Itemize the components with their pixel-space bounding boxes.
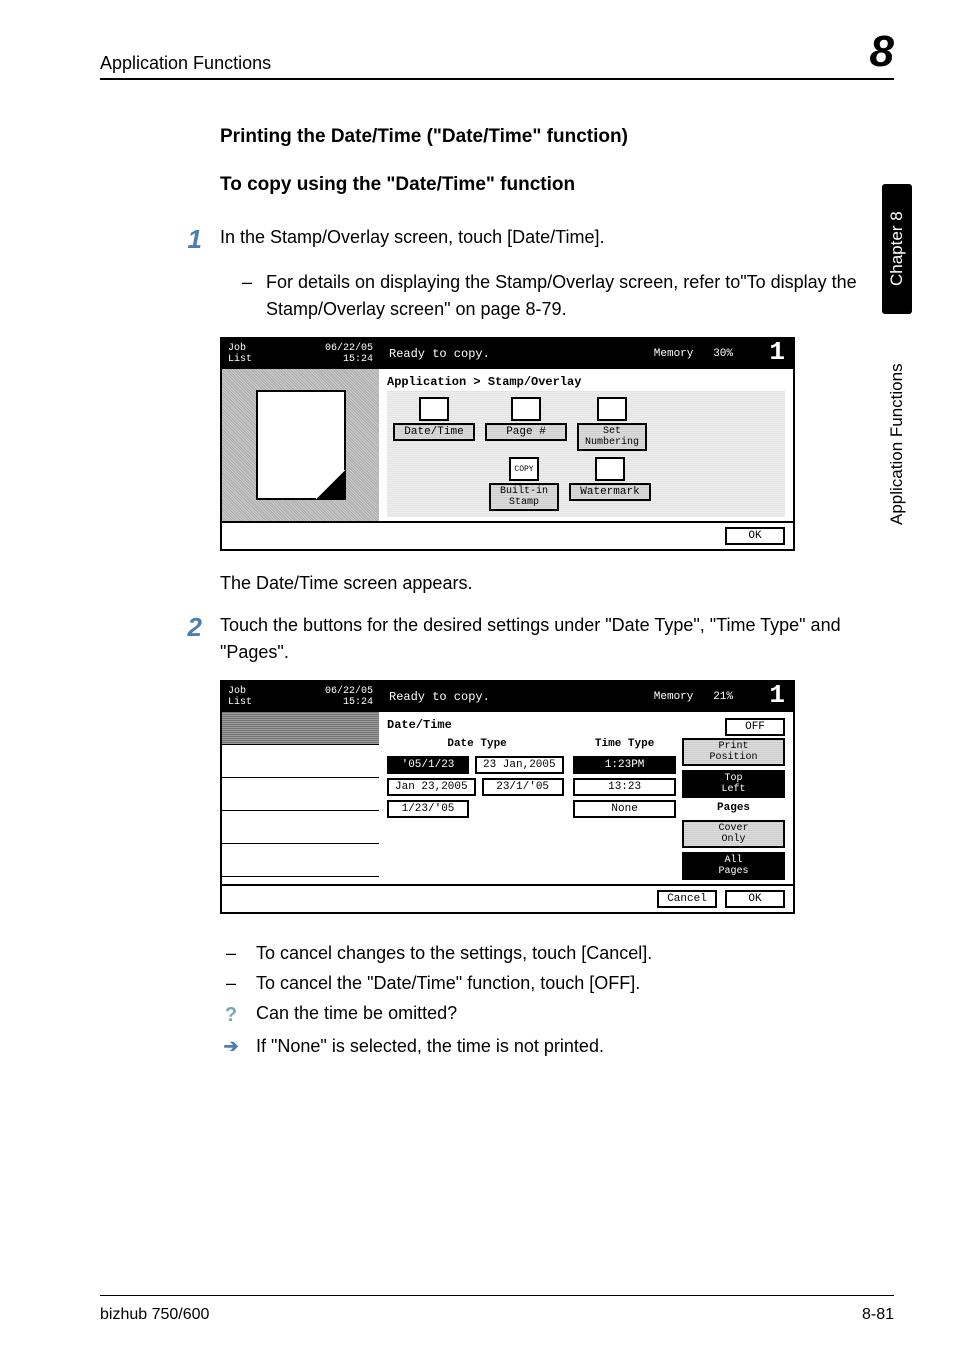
- step-2-text: Touch the buttons for the desired settin…: [220, 612, 864, 666]
- footer-right: 8-81: [862, 1306, 894, 1324]
- ready-label: Ready to copy.: [389, 347, 490, 361]
- notes-block: –To cancel changes to the settings, touc…: [220, 940, 864, 1061]
- memory-value-2: 21%: [713, 691, 733, 703]
- memory-label: Memory: [654, 348, 694, 360]
- status-bar: Ready to copy. Memory 30% 1: [379, 339, 793, 369]
- setnum-button[interactable]: Set Numbering: [577, 423, 647, 451]
- heading-main: Printing the Date/Time ("Date/Time" func…: [220, 126, 864, 148]
- ok-button-2[interactable]: OK: [725, 890, 785, 908]
- step-1: 1 In the Stamp/Overlay screen, touch [Da…: [220, 224, 864, 255]
- time-opt-2[interactable]: 13:23: [573, 778, 676, 796]
- page-footer: bizhub 750/600 8-81: [100, 1306, 894, 1324]
- footer-rule: [100, 1295, 894, 1296]
- time-type-label: Time Type: [573, 738, 676, 750]
- date-type-label: Date Type: [387, 738, 567, 750]
- pages-opt-2[interactable]: All Pages: [682, 852, 785, 880]
- page-icon: [511, 397, 541, 421]
- builtin-icon: COPY: [509, 457, 539, 481]
- copy-count: 1: [769, 337, 785, 367]
- pages-label: Pages: [682, 802, 785, 814]
- step-1-sub: – For details on displaying the Stamp/Ov…: [242, 269, 864, 323]
- list-item[interactable]: [222, 778, 379, 811]
- date-opt-3[interactable]: Jan 23,2005: [387, 778, 476, 796]
- date-opt-2[interactable]: 23 Jan,2005: [475, 756, 564, 774]
- preview-pane: [222, 369, 379, 521]
- document-icon: [256, 390, 346, 500]
- side-tab: Chapter 8 Application Functions: [882, 184, 912, 744]
- setnum-icon: [597, 397, 627, 421]
- chapter-number: 8: [870, 30, 894, 74]
- date-opt-5[interactable]: 1/23/'05: [387, 800, 469, 818]
- job-list-pane: [222, 712, 379, 884]
- job-list-area-2[interactable]: Job List 06/22/05 15:24: [222, 682, 379, 712]
- note-2: To cancel the "Date/Time" function, touc…: [256, 970, 640, 998]
- job-list-label-2: Job List: [228, 686, 252, 708]
- time-opt-1[interactable]: 1:23PM: [573, 756, 676, 774]
- dash-icon: –: [220, 970, 242, 998]
- ok-button[interactable]: OK: [725, 527, 785, 545]
- status-bar-2: Ready to copy. Memory 21% 1: [379, 682, 793, 712]
- copy-count-2: 1: [769, 680, 785, 710]
- print-position-value: Top Left: [682, 770, 785, 798]
- list-item[interactable]: [222, 844, 379, 877]
- date-opt-4[interactable]: 23/1/'05: [482, 778, 564, 796]
- cancel-button[interactable]: Cancel: [657, 890, 717, 908]
- list-item[interactable]: [222, 712, 379, 745]
- page-header: Application Functions 8: [100, 30, 894, 74]
- off-button[interactable]: OFF: [725, 718, 785, 736]
- step-2: 2 Touch the buttons for the desired sett…: [220, 612, 864, 666]
- dash-icon: –: [242, 269, 252, 323]
- header-rule: [100, 78, 894, 80]
- breadcrumb: Application > Stamp/Overlay: [387, 375, 785, 389]
- job-list-area[interactable]: Job List 06/22/05 15:24: [222, 339, 379, 369]
- heading-sub: To copy using the "Date/Time" function: [220, 174, 864, 196]
- note-q: Can the time be omitted?: [256, 1000, 457, 1031]
- header-left-text: Application Functions: [100, 53, 271, 74]
- paragraph-appears: The Date/Time screen appears.: [220, 573, 864, 594]
- side-tab-section: Application Functions: [882, 324, 912, 564]
- header-time-2: 15:24: [343, 697, 373, 708]
- pages-opt-1[interactable]: Cover Only: [682, 820, 785, 848]
- builtin-button[interactable]: Built-in Stamp: [489, 483, 559, 511]
- note-1: To cancel changes to the settings, touch…: [256, 940, 652, 968]
- footer-left: bizhub 750/600: [100, 1306, 209, 1324]
- note-a: If "None" is selected, the time is not p…: [256, 1033, 604, 1061]
- step-2-number: 2: [176, 612, 202, 643]
- screenshot-datetime: Job List 06/22/05 15:24 Ready to copy. M…: [220, 680, 795, 914]
- watermark-icon: [595, 457, 625, 481]
- ready-label-2: Ready to copy.: [389, 690, 490, 704]
- list-item[interactable]: [222, 745, 379, 778]
- print-position-button[interactable]: Print Position: [682, 738, 785, 766]
- datetime-icon: [419, 397, 449, 421]
- header-date: 06/22/05: [325, 343, 373, 354]
- header-right: 8: [870, 30, 894, 74]
- header-date-2: 06/22/05: [325, 686, 373, 697]
- question-icon: ?: [220, 1000, 242, 1031]
- memory-label-2: Memory: [654, 691, 694, 703]
- screen-title: Date/Time: [387, 718, 452, 732]
- date-opt-1[interactable]: '05/1/23: [387, 756, 469, 774]
- step-1-number: 1: [176, 224, 202, 255]
- dash-icon: –: [220, 940, 242, 968]
- step-1-sub-text: For details on displaying the Stamp/Over…: [266, 269, 864, 323]
- memory-value: 30%: [713, 348, 733, 360]
- side-tab-chapter: Chapter 8: [882, 184, 912, 314]
- header-time: 15:24: [343, 354, 373, 365]
- datetime-button[interactable]: Date/Time: [393, 423, 475, 441]
- screenshot-stamp-overlay: Job List 06/22/05 15:24 Ready to copy. M…: [220, 337, 795, 551]
- job-list-label: Job List: [228, 343, 252, 365]
- time-opt-3[interactable]: None: [573, 800, 676, 818]
- list-item[interactable]: [222, 811, 379, 844]
- watermark-button[interactable]: Watermark: [569, 483, 651, 501]
- arrow-icon: ➔: [220, 1033, 242, 1061]
- step-1-text: In the Stamp/Overlay screen, touch [Date…: [220, 224, 864, 251]
- page-button[interactable]: Page #: [485, 423, 567, 441]
